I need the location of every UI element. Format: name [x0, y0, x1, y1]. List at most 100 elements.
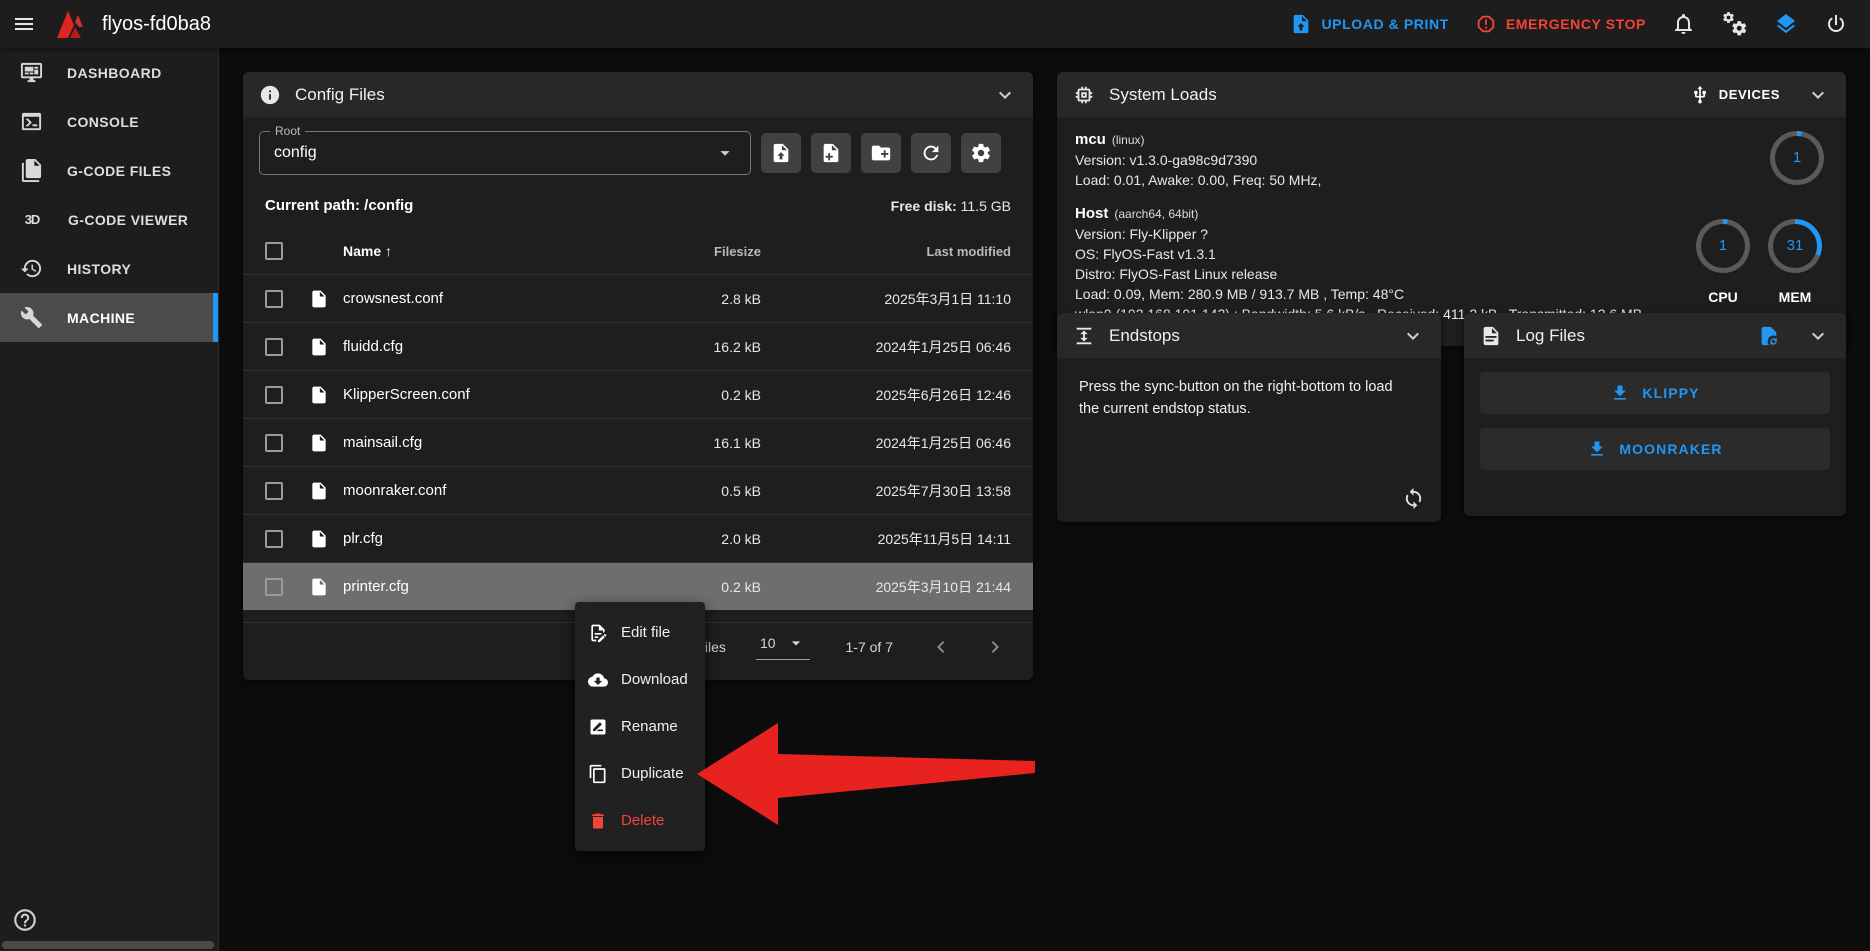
file-upload-icon	[1290, 13, 1312, 35]
collapse-chevron-icon[interactable]	[1401, 324, 1425, 348]
menu-item-duplicate[interactable]: Duplicate	[575, 750, 705, 797]
column-name[interactable]: Name ↑	[343, 243, 621, 259]
cloud-download-icon	[588, 670, 608, 690]
layers-icon	[1774, 12, 1798, 36]
cpu-load-gauge: 1	[1696, 219, 1750, 273]
row-checkbox[interactable]	[265, 338, 283, 356]
menu-item-edit-file[interactable]: Edit file	[575, 609, 705, 656]
file-size: 16.1 kB	[621, 435, 761, 451]
folder-plus-icon	[870, 142, 892, 164]
menu-item-label: Download	[621, 671, 688, 688]
duplicate-icon	[588, 764, 608, 784]
collapse-chevron-icon[interactable]	[993, 83, 1017, 107]
menu-item-download[interactable]: Download	[575, 656, 705, 703]
file-plus-icon	[820, 142, 842, 164]
horizontal-scrollbar[interactable]	[2, 941, 214, 949]
sidebar-item-history[interactable]: HISTORY	[0, 244, 218, 293]
settings-button[interactable]	[961, 133, 1001, 173]
info-icon	[259, 84, 281, 106]
row-checkbox[interactable]	[265, 434, 283, 452]
create-file-button[interactable]	[811, 133, 851, 173]
sidebar-item-console[interactable]: CONSOLE	[0, 97, 218, 146]
power-button[interactable]	[1824, 12, 1848, 36]
mcu-name: mcu	[1075, 131, 1106, 148]
config-files-toolbar: Root config	[243, 117, 1033, 175]
file-size: 0.2 kB	[621, 579, 761, 595]
download-moonraker-log-button[interactable]: MOONRAKER	[1480, 428, 1830, 470]
config-files-panel: Config Files Root config Current path: /…	[243, 72, 1033, 680]
download-klippy-log-button[interactable]: KLIPPY	[1480, 372, 1830, 414]
column-last-modified[interactable]: Last modified	[761, 244, 1011, 259]
chevron-right-icon	[983, 635, 1007, 659]
collapse-chevron-icon[interactable]	[1806, 83, 1830, 107]
free-disk-label: Free disk:	[891, 198, 957, 214]
refresh-button[interactable]	[911, 133, 951, 173]
config-files-header: Config Files	[243, 72, 1033, 117]
services-button[interactable]	[1722, 11, 1748, 37]
upload-print-button[interactable]: UPLOAD & PRINT	[1290, 13, 1448, 35]
file-row-mainsail[interactable]: mainsail.cfg 16.1 kB 2024年1月25日 06:46	[243, 418, 1033, 466]
hamburger-menu-icon[interactable]	[0, 0, 48, 48]
create-folder-button[interactable]	[861, 133, 901, 173]
sync-icon	[1402, 487, 1425, 510]
file-row-plr[interactable]: plr.cfg 2.0 kB 2025年11月5日 14:11	[243, 514, 1033, 562]
file-size: 0.2 kB	[621, 387, 761, 403]
updates-button[interactable]	[1774, 12, 1798, 36]
sort-arrow-icon: ↑	[385, 243, 392, 259]
current-path: Current path: /config	[265, 197, 413, 214]
sidebar-item-gcode-files[interactable]: G-CODE FILES	[0, 146, 218, 195]
row-checkbox[interactable]	[265, 290, 283, 308]
file-row-klipperscreen[interactable]: KlipperScreen.conf 0.2 kB 2025年6月26日 12:…	[243, 370, 1033, 418]
per-page-value: 10	[760, 635, 776, 651]
root-select[interactable]: Root config	[259, 131, 751, 175]
file-context-menu: Edit file Download Rename Duplicate Dele…	[575, 602, 705, 851]
menu-item-label: Delete	[621, 812, 664, 829]
row-checkbox[interactable]	[265, 386, 283, 404]
klippy-log-label: KLIPPY	[1642, 385, 1699, 401]
sidebar-item-dashboard[interactable]: DASHBOARD	[0, 48, 218, 97]
cogs-icon	[1722, 11, 1748, 37]
file-row-crowsnest[interactable]: crowsnest.conf 2.8 kB 2025年3月1日 11:10	[243, 274, 1033, 322]
root-select-label: Root	[270, 124, 305, 138]
column-filesize[interactable]: Filesize	[621, 244, 761, 259]
top-bar: flyos-fd0ba8 UPLOAD & PRINT EMERGENCY ST…	[0, 0, 1870, 48]
file-modified: 2025年7月30日 13:58	[761, 481, 1011, 501]
file-row-moonraker[interactable]: moonraker.conf 0.5 kB 2025年7月30日 13:58	[243, 466, 1033, 514]
file-name: printer.cfg	[343, 578, 621, 595]
mcu-load-line: Load: 0.01, Awake: 0.00, Freq: 50 MHz,	[1075, 170, 1828, 190]
file-modified: 2025年3月1日 11:10	[761, 289, 1011, 309]
help-button[interactable]	[12, 907, 38, 933]
rollover-logs-button[interactable]	[1758, 325, 1780, 347]
endstop-sync-button[interactable]	[1402, 487, 1425, 510]
per-page-select[interactable]: 10	[756, 633, 810, 660]
emergency-stop-label: EMERGENCY STOP	[1506, 16, 1646, 32]
devices-button[interactable]: DEVICES	[1690, 85, 1780, 105]
row-checkbox[interactable]	[265, 482, 283, 500]
file-icon	[309, 289, 329, 309]
upload-print-label: UPLOAD & PRINT	[1321, 16, 1448, 32]
previous-page-button[interactable]	[929, 635, 953, 659]
wrench-icon	[20, 306, 43, 329]
file-row-fluidd[interactable]: fluidd.cfg 16.2 kB 2024年1月25日 06:46	[243, 322, 1033, 370]
file-size: 2.8 kB	[621, 291, 761, 307]
file-icon	[309, 385, 329, 405]
dashboard-icon	[20, 61, 43, 84]
sidebar-item-gcode-viewer[interactable]: 3D G-CODE VIEWER	[0, 195, 218, 244]
select-all-checkbox[interactable]	[265, 242, 283, 260]
next-page-button[interactable]	[983, 635, 1007, 659]
sidebar-item-label: CONSOLE	[67, 114, 139, 130]
file-icon	[309, 337, 329, 357]
emergency-stop-button[interactable]: EMERGENCY STOP	[1475, 13, 1646, 35]
row-checkbox[interactable]	[265, 530, 283, 548]
sidebar-item-machine[interactable]: MACHINE	[0, 293, 218, 342]
file-modified: 2025年3月10日 21:44	[761, 577, 1011, 597]
collapse-chevron-icon[interactable]	[1806, 324, 1830, 348]
notifications-button[interactable]	[1672, 12, 1696, 36]
menu-item-rename[interactable]: Rename	[575, 703, 705, 750]
file-name: crowsnest.conf	[343, 290, 621, 307]
sidebar-item-label: G-CODE FILES	[67, 163, 171, 179]
menu-item-delete[interactable]: Delete	[575, 797, 705, 844]
file-size: 16.2 kB	[621, 339, 761, 355]
upload-file-button[interactable]	[761, 133, 801, 173]
row-checkbox[interactable]	[265, 578, 283, 596]
